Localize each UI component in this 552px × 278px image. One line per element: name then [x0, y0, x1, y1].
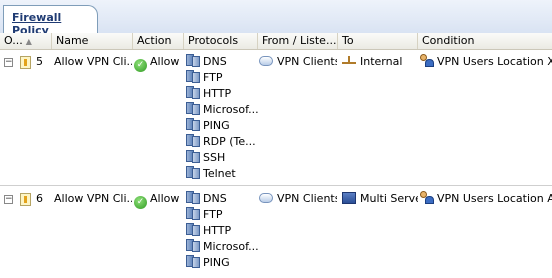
- rule-order: 6: [36, 192, 43, 205]
- protocol-item: HTTP: [186, 223, 258, 239]
- sort-ascending-icon: ▲: [25, 37, 32, 46]
- protocol-icon: [186, 86, 200, 99]
- protocol-item: DNS: [186, 54, 258, 70]
- rule-condition: VPN Users Location X: [419, 54, 552, 70]
- tab-firewall-policy[interactable]: Firewall Policy: [3, 5, 98, 37]
- protocol-item: DNS: [186, 191, 258, 207]
- allow-check-icon: ✓: [134, 196, 147, 209]
- column-header-row: O... ▲ Name Action Protocols From / Liste…: [0, 33, 552, 50]
- collapse-icon[interactable]: −: [4, 195, 13, 204]
- protocol-icon: [186, 134, 200, 147]
- column-header-order[interactable]: O... ▲: [0, 33, 52, 49]
- user-set-icon: [419, 191, 435, 204]
- rule-from: VPN Clients: [259, 54, 337, 70]
- protocol-icon: [186, 223, 200, 236]
- column-header-action[interactable]: Action: [133, 33, 184, 49]
- rule-from: VPN Clients: [259, 191, 337, 207]
- protocol-list: DNS FTP HTTP Microsof... PING: [186, 191, 258, 271]
- rule-action: ✓ Allow: [134, 54, 179, 72]
- rule-name: Allow VPN Cli...: [54, 192, 132, 205]
- protocol-item: FTP: [186, 207, 258, 223]
- protocol-item: SSH: [186, 150, 258, 166]
- table-row[interactable]: − 6 Allow VPN Cli... ✓ Allow DNS FTP HTTP…: [0, 190, 552, 278]
- rule-icon: [20, 56, 31, 69]
- column-header-protocols[interactable]: Protocols: [184, 33, 258, 49]
- column-header-condition[interactable]: Condition: [418, 33, 552, 49]
- protocol-icon: [186, 166, 200, 179]
- user-set-icon: [419, 54, 435, 67]
- protocol-item: Microsof...: [186, 239, 258, 255]
- protocol-icon: [186, 255, 200, 268]
- protocol-item: RDP (Te...: [186, 134, 258, 150]
- allow-check-icon: ✓: [134, 59, 147, 72]
- protocol-list: DNS FTP HTTP Microsof... PING RDP (Te...…: [186, 54, 258, 182]
- column-header-to[interactable]: To: [338, 33, 418, 49]
- rule-action: ✓ Allow: [134, 191, 179, 209]
- tab-bar: Firewall Policy: [0, 0, 552, 37]
- protocol-item: HTTP: [186, 86, 258, 102]
- rule-condition: VPN Users Location Any: [419, 191, 552, 207]
- collapse-icon[interactable]: −: [4, 58, 13, 67]
- column-header-name[interactable]: Name: [52, 33, 133, 49]
- protocol-item: Telnet: [186, 166, 258, 182]
- protocol-item: Microsof...: [186, 102, 258, 118]
- vpn-clients-icon: [259, 56, 273, 66]
- rule-order: 5: [36, 55, 43, 68]
- rule-icon: [20, 193, 31, 206]
- rule-to: Multi Server: [342, 191, 418, 207]
- protocol-icon: [186, 150, 200, 163]
- rule-to: Internal: [342, 54, 418, 70]
- vpn-clients-icon: [259, 193, 273, 203]
- protocol-item: FTP: [186, 70, 258, 86]
- protocol-icon: [186, 191, 200, 204]
- protocol-icon: [186, 54, 200, 67]
- protocol-icon: [186, 239, 200, 252]
- protocol-item: PING: [186, 118, 258, 134]
- column-header-from[interactable]: From / Liste...: [258, 33, 338, 49]
- network-icon: [342, 56, 356, 67]
- table-row[interactable]: − 5 Allow VPN Cli... ✓ Allow DNS FTP HTTP…: [0, 53, 552, 183]
- protocol-item: PING: [186, 255, 258, 271]
- server-icon: [342, 192, 356, 204]
- protocol-icon: [186, 207, 200, 220]
- protocol-icon: [186, 70, 200, 83]
- protocol-icon: [186, 102, 200, 115]
- rule-name: Allow VPN Cli...: [54, 55, 132, 68]
- row-divider: [0, 185, 552, 186]
- protocol-icon: [186, 118, 200, 131]
